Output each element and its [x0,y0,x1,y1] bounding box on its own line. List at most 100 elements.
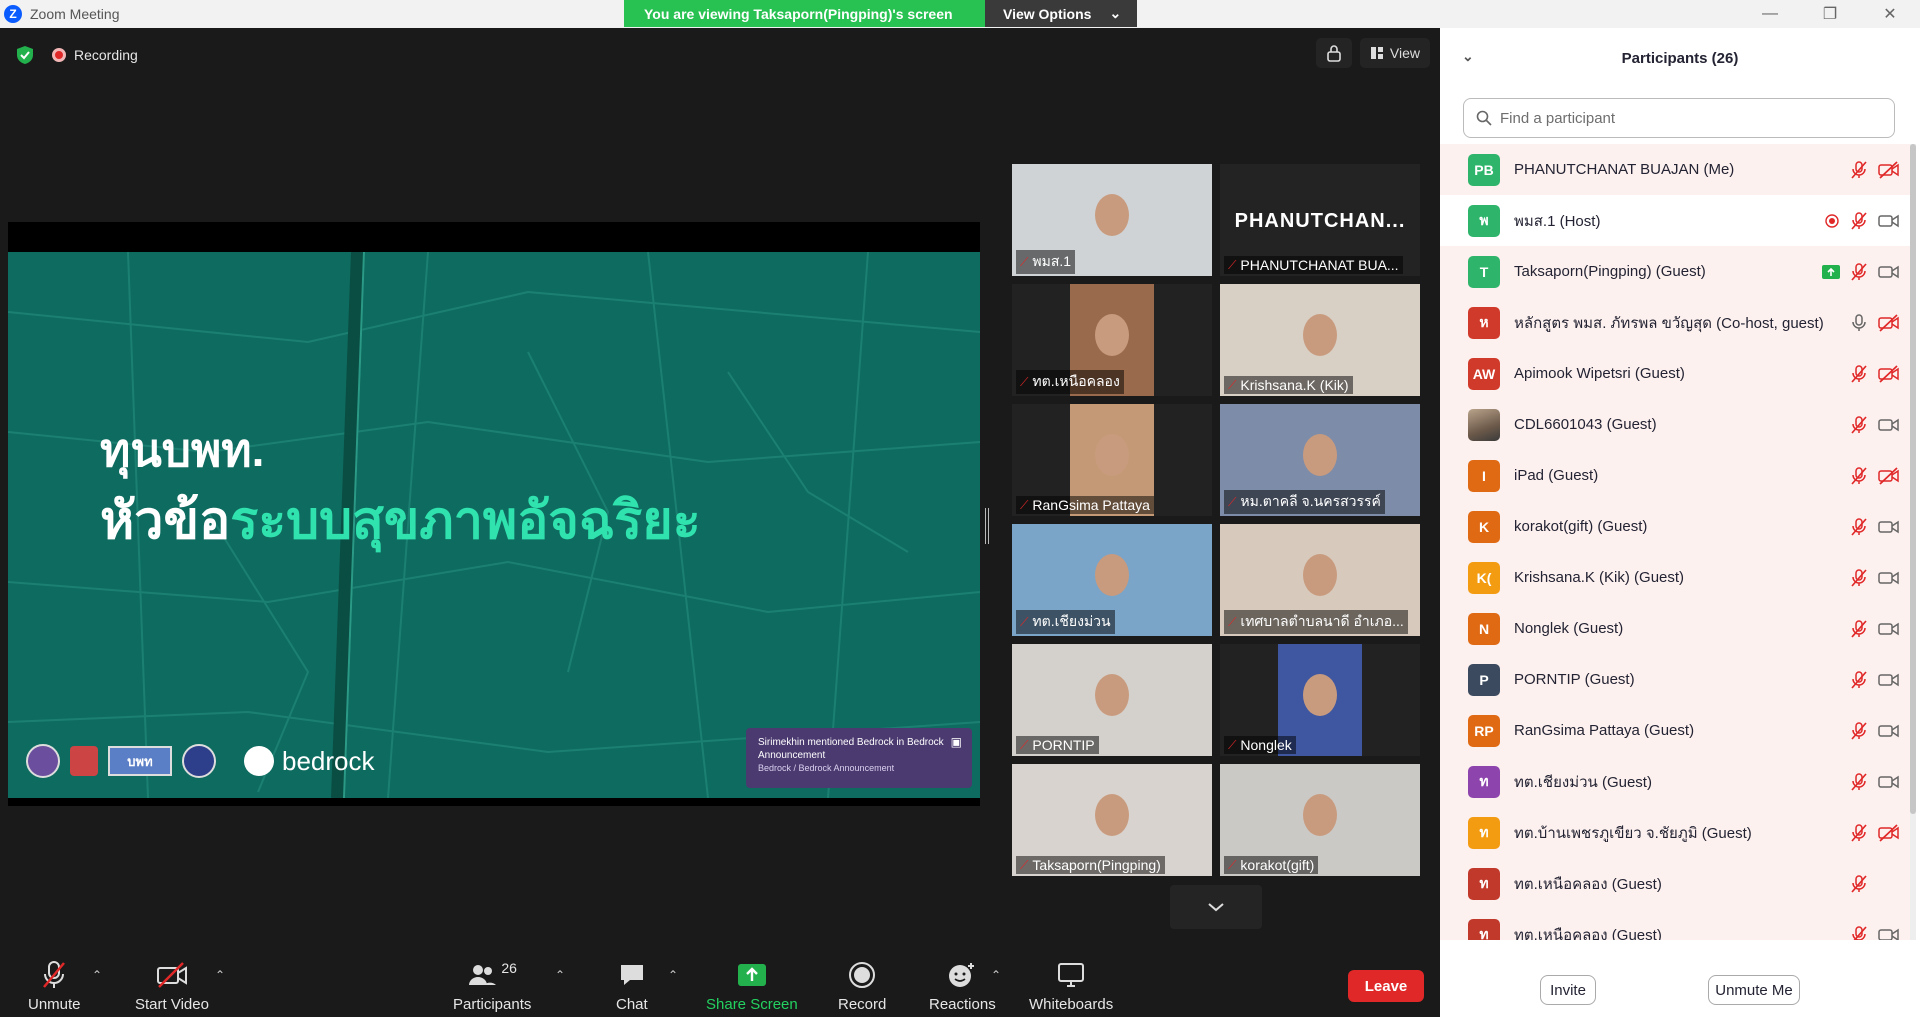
minimize-button[interactable]: — [1740,0,1800,28]
share-screen-button[interactable]: Share Screen [706,958,798,1013]
participant-row[interactable]: ท ทต.บ้านเพชรภูเขียว จ.ชัยภูมิ (Guest) [1440,807,1910,858]
participant-row[interactable]: PB PHANUTCHANAT BUAJAN (Me) [1440,144,1910,195]
mic-muted-icon: ⟋ [1020,737,1029,752]
participant-list-scrollbar[interactable] [1910,144,1916,940]
video-icon [1878,928,1899,940]
unmute-me-button[interactable]: Unmute Me [1708,975,1800,1005]
leave-button[interactable]: Leave [1348,970,1424,1002]
mic-muted-icon: ⟋ [1020,614,1029,629]
search-icon [1476,110,1492,126]
video-tile[interactable]: ⟋ RanGsima Pattaya [1012,404,1212,516]
record-icon [849,962,876,988]
participant-row[interactable]: IiPad (Guest) [1440,450,1910,501]
participants-icon [469,965,497,985]
participant-row[interactable]: ท ทต.เหนือคลอง (Guest) [1440,858,1910,909]
unmute-button[interactable]: Unmute [28,958,81,1013]
participant-row[interactable]: T Taksaporn(Pingping) (Guest) [1440,246,1910,297]
participant-row[interactable]: K(Krishsana.K (Kik) (Guest) [1440,552,1910,603]
share-screen-icon [737,964,766,986]
reactions-button[interactable]: Reactions [929,958,996,1013]
participants-button[interactable]: 26 Participants [453,958,531,1013]
video-tile[interactable]: PHANUTCHAN... ⟋ PHANUTCHANAT BUA... [1220,164,1420,276]
zoom-logo-icon: Z [4,5,22,23]
video-tile[interactable]: ⟋ หม.ตาคลี จ.นครสวรรค์ [1220,404,1420,516]
view-button[interactable]: View [1359,38,1430,68]
participants-count: 26 [501,960,517,976]
mic-muted-icon: ⟋ [1020,254,1029,269]
view-options-button[interactable]: View Options ⌄ [985,0,1137,27]
avatar: พ [1468,204,1500,237]
shared-screen[interactable]: ทุนบพท. หัวข้อระบบสุขภาพอัจฉริยะ บพท bed… [8,222,980,806]
participant-name: RanGsima Pattaya (Guest) [1514,722,1695,739]
video-tile[interactable]: ⟋ เทศบาลตำบลนาดี อำเภอ... [1220,524,1420,636]
participant-search-input[interactable] [1500,109,1880,127]
whiteboards-button[interactable]: Whiteboards [1029,958,1113,1013]
close-window-button[interactable]: ✕ [1860,0,1920,28]
record-label: Record [838,996,887,1013]
participant-name: Taksaporn(Pingping) (Guest) [1514,263,1706,280]
mic-muted-icon: ⟋ [1020,374,1029,389]
start-video-button[interactable]: Start Video [135,958,209,1013]
video-tile[interactable]: ⟋ ทต.เชียงม่วน [1012,524,1212,636]
tile-caption: ⟋ RanGsima Pattaya [1016,496,1154,514]
participant-row[interactable]: N Nonglek (Guest) [1440,603,1910,654]
video-off-icon [1878,313,1899,332]
chat-button[interactable]: Chat [616,958,648,1013]
participant-row[interactable]: Kkorakot(gift) (Guest) [1440,501,1910,552]
slide-title-topic: ระบบสุขภาพอัจฉริยะ [230,492,701,550]
participant-row[interactable]: P PORNTIP (Guest) [1440,654,1910,705]
mic-muted-icon: ⟋ [1228,857,1237,872]
tile-caption: ⟋ korakot(gift) [1224,856,1319,874]
video-tile[interactable]: ⟋ PORNTIP [1012,644,1212,756]
slide-title-line1: ทุนบพท. [100,424,265,476]
participant-face [1095,194,1129,236]
scrollbar-thumb[interactable] [1910,144,1916,814]
more-videos-button[interactable] [1170,885,1262,929]
chat-icon: ▣ [950,735,962,749]
participants-options-caret[interactable]: ⌃ [555,968,565,982]
video-tile[interactable]: ⟋ ทต.เหนือคลอง [1012,284,1212,396]
video-tile[interactable]: ⟋ พมส.1 [1012,164,1212,276]
participant-row[interactable]: พ พมส.1 (Host) [1440,195,1910,246]
viewing-banner: You are viewing Taksaporn(Pingping)'s sc… [624,0,1137,27]
video-off-icon [1878,466,1899,485]
video-tile[interactable]: ⟋ Krishsana.K (Kik) [1220,284,1420,396]
video-off-icon [1878,823,1899,842]
tile-display-name: PHANUTCHAN... [1234,210,1406,232]
tile-caption: ⟋ เทศบาลตำบลนาดี อำเภอ... [1224,610,1408,634]
participant-name: CDL6601043 (Guest) [1514,416,1657,433]
video-tile[interactable]: ⟋ Taksaporn(Pingping) [1012,764,1212,876]
start-video-label: Start Video [135,996,209,1013]
mic-muted-icon [1851,364,1867,383]
video-tile[interactable]: ⟋ Nonglek [1220,644,1420,756]
participant-list: PB PHANUTCHANAT BUAJAN (Me) พ พมส.1 (Host) T… [1440,144,1910,940]
participant-status-icons [1850,415,1900,435]
participant-row[interactable]: AW Apimook Wipetsri (Guest) [1440,348,1910,399]
chat-options-caret[interactable]: ⌃ [668,968,678,982]
video-icon [1878,265,1899,278]
immersive-button[interactable] [1315,38,1352,68]
record-button[interactable]: Record [838,958,886,1013]
shield-icon[interactable] [14,44,36,66]
participant-name: Nonglek (Guest) [1514,620,1624,637]
video-tile[interactable]: ⟋ korakot(gift) [1220,764,1420,876]
invite-button[interactable]: Invite [1540,975,1596,1005]
mic-muted-icon [1851,466,1867,485]
split-handle[interactable] [985,508,989,544]
participant-status-icons [1850,313,1900,333]
mic-muted-icon: ⟋ [1228,614,1237,629]
participant-row[interactable]: CDL6601043 (Guest) [1440,399,1910,450]
collapse-panel-button[interactable]: ⌄ [1462,48,1474,65]
participant-search[interactable] [1463,98,1895,138]
participant-row[interactable]: ท ทต.เชียงม่วน (Guest) [1440,756,1910,807]
participant-row[interactable]: ท ทต.เหนือคลอง (Guest) [1440,909,1910,940]
mic-muted-icon [1851,211,1867,230]
reactions-options-caret[interactable]: ⌃ [991,968,1001,982]
audio-options-caret[interactable]: ⌃ [92,968,102,982]
notification-title: Sirimekhin mentioned Bedrock in Bedrock … [758,737,944,761]
participant-row[interactable]: ห หลักสูตร พมส. ภัทรพล ขวัญสุด (Co-host, … [1440,297,1910,348]
video-options-caret[interactable]: ⌃ [215,968,225,982]
video-icon [1878,724,1899,737]
participant-row[interactable]: RP RanGsima Pattaya (Guest) [1440,705,1910,756]
restore-button[interactable]: ❐ [1800,0,1860,28]
